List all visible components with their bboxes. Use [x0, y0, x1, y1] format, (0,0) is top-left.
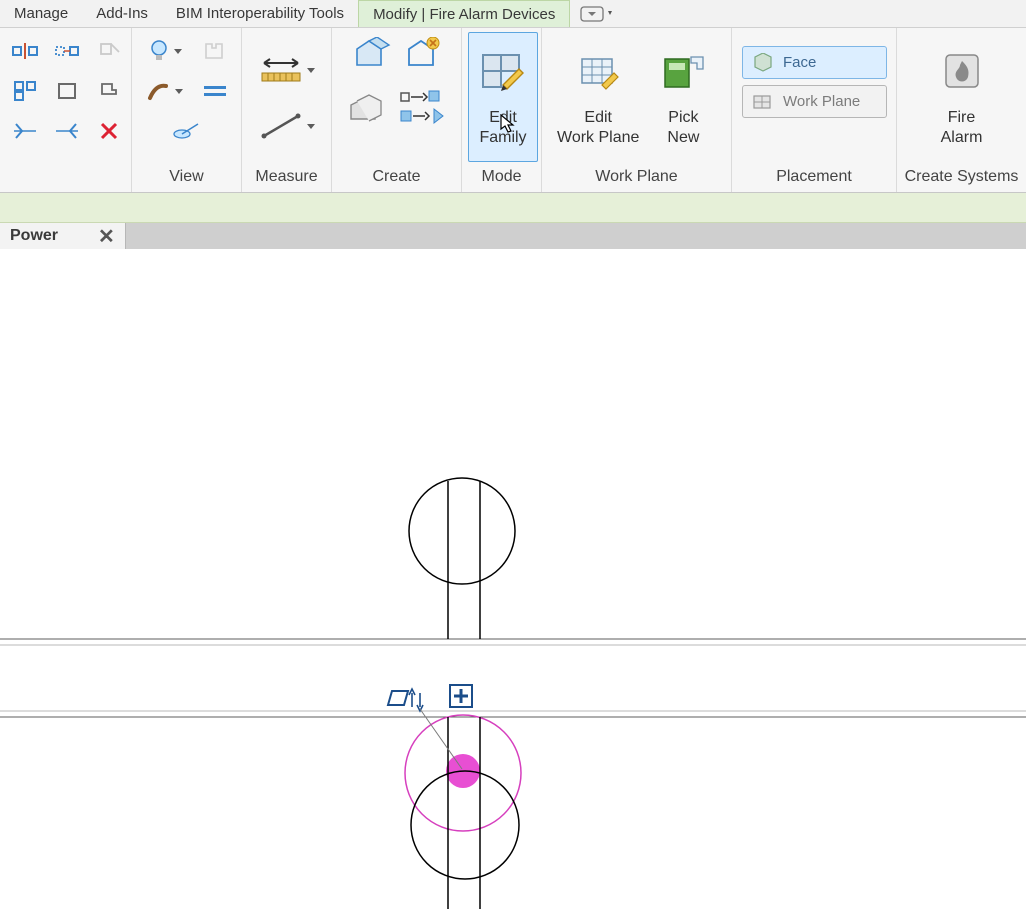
tab-addins[interactable]: Add-Ins	[82, 0, 162, 27]
cut-icon-disabled	[90, 32, 128, 70]
linework-icon[interactable]	[196, 72, 234, 110]
view-tab-bar: Power ✕	[0, 223, 1026, 249]
offset-icon[interactable]	[48, 32, 86, 70]
pick-new-button[interactable]: Pick New	[648, 32, 718, 162]
face-icon	[751, 53, 773, 73]
edit-work-plane-button[interactable]: Edit Work Plane	[548, 32, 648, 162]
create-similar-icon[interactable]	[347, 32, 395, 78]
edit-family-label-2: Family	[479, 129, 526, 146]
measure-dropdown[interactable]	[251, 103, 323, 149]
box-icon[interactable]	[48, 72, 86, 110]
pick-new-label-1: Pick	[668, 109, 698, 126]
placement-work-plane-toggle[interactable]: Work Plane	[742, 85, 887, 118]
options-bar	[0, 193, 1026, 223]
light-bulb-dropdown[interactable]	[140, 32, 190, 70]
group-mode-label: Mode	[468, 164, 535, 190]
placement-workplane-label: Work Plane	[783, 93, 860, 110]
fire-alarm-label-1: Fire	[948, 109, 976, 126]
group-measure-label: Measure	[248, 164, 325, 190]
fire-alarm-button[interactable]: Fire Alarm	[922, 32, 1002, 162]
grid-icon[interactable]	[6, 72, 44, 110]
view-tab-power[interactable]: Power ✕	[0, 223, 126, 249]
edit-wp-label-2: Work Plane	[557, 129, 639, 146]
delete-icon[interactable]	[90, 112, 128, 150]
group-create-systems-label: Create Systems	[903, 164, 1020, 190]
group-create-label: Create	[338, 164, 455, 190]
group-view-label: View	[138, 164, 235, 190]
placement-face-label: Face	[783, 54, 816, 71]
mirror2-icon[interactable]	[48, 112, 86, 150]
shapes-icon[interactable]	[395, 84, 451, 130]
tab-bim-interop[interactable]: BIM Interoperability Tools	[162, 0, 358, 27]
work-plane-icon	[751, 92, 773, 112]
group-placement-label: Placement	[738, 164, 890, 190]
view-tab-close-icon[interactable]: ✕	[98, 224, 115, 249]
load-family-icon[interactable]	[399, 32, 447, 78]
pin-icon[interactable]	[90, 72, 128, 110]
tab-modify-fire-alarm[interactable]: Modify | Fire Alarm Devices	[358, 0, 570, 27]
align-icon[interactable]	[6, 32, 44, 70]
fire-alarm-label-2: Alarm	[941, 129, 983, 146]
ribbon: View	[0, 28, 1026, 193]
edit-family-button[interactable]: Edit Family	[468, 32, 538, 162]
aligned-dimension-dropdown[interactable]	[251, 47, 323, 93]
view-tab-label: Power	[10, 227, 58, 245]
ribbon-tab-bar: Manage Add-Ins BIM Interoperability Tool…	[0, 0, 1026, 28]
edit-family-label-1: Edit	[489, 109, 517, 126]
ribbon-dropdown-button[interactable]	[570, 0, 624, 27]
mirror-icon[interactable]	[6, 112, 44, 150]
group-workplane-label: Work Plane	[548, 164, 725, 190]
edit-wp-label-1: Edit	[584, 109, 612, 126]
group-icon[interactable]	[343, 84, 391, 130]
paint-dropdown[interactable]	[140, 72, 190, 110]
hide-icon-disabled	[196, 32, 234, 70]
measure-3d-icon[interactable]	[168, 112, 206, 150]
pick-new-label-2: New	[667, 129, 699, 146]
drawing-canvas[interactable]	[0, 249, 1026, 912]
tab-manage[interactable]: Manage	[0, 0, 82, 27]
placement-face-toggle[interactable]: Face	[742, 46, 887, 79]
